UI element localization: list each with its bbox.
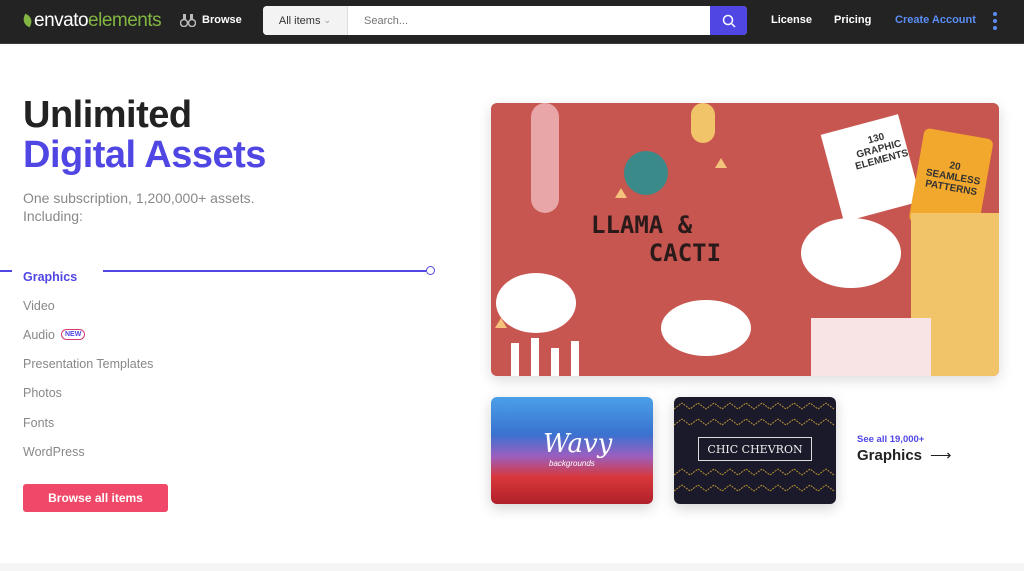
subtitle: One subscription, 1,200,000+ assets. Inc…	[23, 190, 255, 224]
footer-strip	[0, 563, 1024, 571]
category-select[interactable]: All items ⌄	[263, 6, 348, 35]
thumb-title: Wavy	[543, 429, 613, 459]
see-all-graphics-link[interactable]: Graphics ⟶	[857, 446, 952, 465]
search-button[interactable]	[710, 6, 747, 35]
featured-title: LLAMA & CACTI	[591, 211, 722, 267]
category-graphics[interactable]: Graphics	[23, 262, 153, 291]
thumb-title: CHIC CHEVRON	[698, 437, 812, 461]
logo-text: envato	[34, 10, 89, 31]
category-list: Graphics Video Audio NEW Presentation Tem…	[23, 262, 153, 466]
browse-button[interactable]: Browse	[180, 13, 242, 27]
search-icon	[722, 14, 736, 28]
category-presentation-templates[interactable]: Presentation Templates	[23, 350, 153, 379]
thumb-subtitle: backgrounds	[549, 459, 595, 468]
active-indicator-dot	[426, 266, 435, 275]
llama-cacti-illustration	[495, 103, 999, 376]
leaf-icon	[21, 13, 34, 28]
create-account-link[interactable]: Create Account	[895, 14, 976, 26]
category-label: All items	[278, 14, 321, 27]
browse-all-button[interactable]: Browse all items	[23, 484, 168, 512]
arrow-right-icon: ⟶	[930, 447, 952, 464]
more-menu-icon[interactable]	[993, 12, 997, 30]
see-all-count[interactable]: See all 19,000+	[857, 434, 924, 445]
chevron-down-icon: ⌄	[323, 15, 332, 25]
binoculars-icon	[180, 14, 196, 27]
top-nav: envatoelements Browse All items ⌄ Licens…	[0, 0, 1024, 44]
page-title: Unlimited Digital Assets	[23, 94, 266, 176]
search-input[interactable]	[348, 6, 710, 35]
pricing-link[interactable]: Pricing	[834, 14, 871, 26]
category-video[interactable]: Video	[23, 291, 153, 320]
new-badge: NEW	[60, 329, 86, 341]
chic-chevron-thumbnail[interactable]: CHIC CHEVRON	[674, 397, 836, 504]
category-wordpress[interactable]: WordPress	[23, 437, 153, 466]
logo-text-elements: elements	[88, 10, 162, 31]
wavy-backgrounds-thumbnail[interactable]: Wavy backgrounds	[491, 397, 653, 504]
active-indicator	[0, 270, 12, 272]
search-bar: All items ⌄	[263, 6, 747, 35]
featured-graphic[interactable]: LLAMA & CACTI 130 GRAPHIC ELEMENTS 20 SE…	[491, 103, 999, 376]
category-photos[interactable]: Photos	[23, 379, 153, 408]
category-fonts[interactable]: Fonts	[23, 408, 153, 437]
envato-logo[interactable]: envatoelements	[21, 10, 162, 32]
category-audio[interactable]: Audio NEW	[23, 320, 153, 349]
browse-label: Browse	[202, 14, 242, 26]
license-link[interactable]: License	[771, 14, 812, 26]
